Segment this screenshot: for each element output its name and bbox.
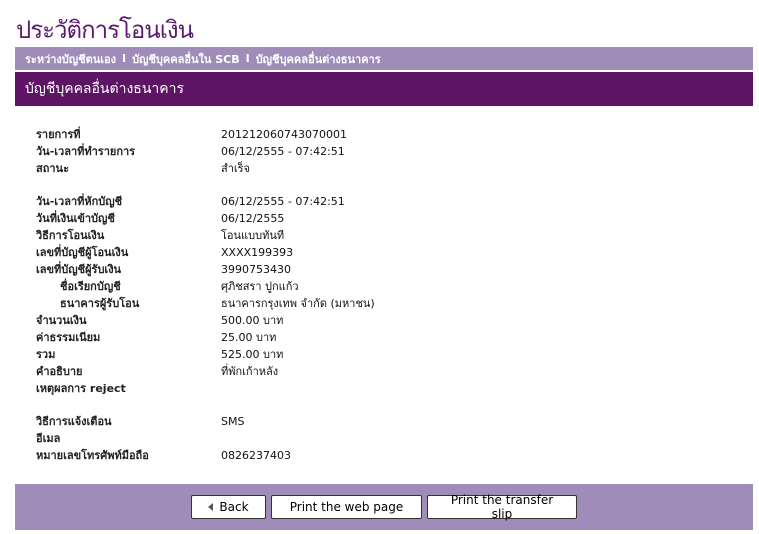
detail-label: ชื่อเรียกบัญชี	[60, 280, 121, 293]
detail-value: 06/12/2555 - 07:42:51	[221, 145, 345, 158]
detail-value: 500.00 บาท	[221, 314, 284, 327]
detail-value: สำเร็จ	[221, 162, 251, 175]
back-arrow-icon	[208, 503, 214, 511]
page-title: ประวัติการโอนเงิน	[16, 16, 194, 44]
detail-value: 06/12/2555	[221, 212, 285, 225]
print-web-page-label: Print the web page	[289, 500, 404, 514]
detail-value: SMS	[221, 415, 245, 428]
print-transfer-slip-label: Print the transfer slip	[450, 493, 554, 521]
detail-value: 0826237403	[221, 449, 291, 462]
back-button[interactable]: Back	[191, 495, 266, 519]
transfer-details: รายการที่ 201212060743070001 วัน-เวลาที่…	[15, 106, 753, 484]
tab-bar: ระหว่างบัญชีตนเอง I บัญชีบุคคลอื่นใน SCB…	[15, 47, 753, 70]
section-title: บัญชีบุคคลอื่นต่างธนาคาร	[25, 81, 185, 97]
detail-label: สถานะ	[36, 162, 69, 175]
back-label: Back	[219, 500, 249, 514]
detail-label: คำอธิบาย	[36, 365, 83, 378]
detail-label: วัน-เวลาที่หักบัญชี	[36, 195, 123, 208]
detail-value: XXXX199393	[221, 246, 294, 259]
detail-value: 525.00 บาท	[221, 348, 284, 361]
tab-other-bank-accounts[interactable]: บัญชีบุคคลอื่นต่างธนาคาร	[250, 50, 387, 68]
detail-value: 06/12/2555 - 07:42:51	[221, 195, 345, 208]
detail-label: วัน-เวลาที่ทำรายการ	[36, 145, 136, 158]
detail-label: เหตุผลการ reject	[36, 382, 126, 395]
print-transfer-slip-button[interactable]: Print the transfer slip	[427, 493, 577, 521]
action-bar: Back Print the web page Print the transf…	[15, 484, 753, 530]
detail-label: วิธีการแจ้งเตือน	[36, 415, 112, 428]
detail-label: จำนวนเงิน	[36, 314, 87, 327]
section-header: บัญชีบุคคลอื่นต่างธนาคาร	[15, 72, 753, 106]
detail-label: อีเมล	[36, 432, 61, 445]
detail-value: 25.00 บาท	[221, 331, 277, 344]
tab-own-accounts[interactable]: ระหว่างบัญชีตนเอง	[15, 50, 122, 68]
detail-value: 3990753430	[221, 263, 291, 276]
detail-label: ธนาคารผู้รับโอน	[60, 297, 140, 310]
detail-label: เลขที่บัญชีผู้รับเงิน	[36, 263, 122, 276]
detail-label: รวม	[36, 348, 56, 361]
print-web-page-button[interactable]: Print the web page	[271, 495, 422, 519]
detail-label: วิธีการโอนเงิน	[36, 229, 105, 242]
detail-value: โอนแบบทันที	[221, 229, 285, 242]
detail-label: หมายเลขโทรศัพท์มือถือ	[36, 449, 149, 462]
detail-value: ศุภิชสรา ปูกแก้ว	[221, 280, 299, 293]
detail-label: เลขที่บัญชีผู้โอนเงิน	[36, 246, 129, 259]
detail-value: ที่พักเก้าหลัง	[221, 365, 279, 378]
detail-label: วันที่เงินเข้าบัญชี	[36, 212, 115, 225]
detail-value: ธนาคารกรุงเทพ จำกัด (มหาชน)	[221, 297, 375, 310]
detail-label: รายการที่	[36, 128, 81, 141]
tab-other-scb-accounts[interactable]: บัญชีบุคคลอื่นใน SCB	[126, 50, 246, 68]
detail-label: ค่าธรรมเนียม	[36, 331, 101, 344]
detail-value: 201212060743070001	[221, 128, 347, 141]
